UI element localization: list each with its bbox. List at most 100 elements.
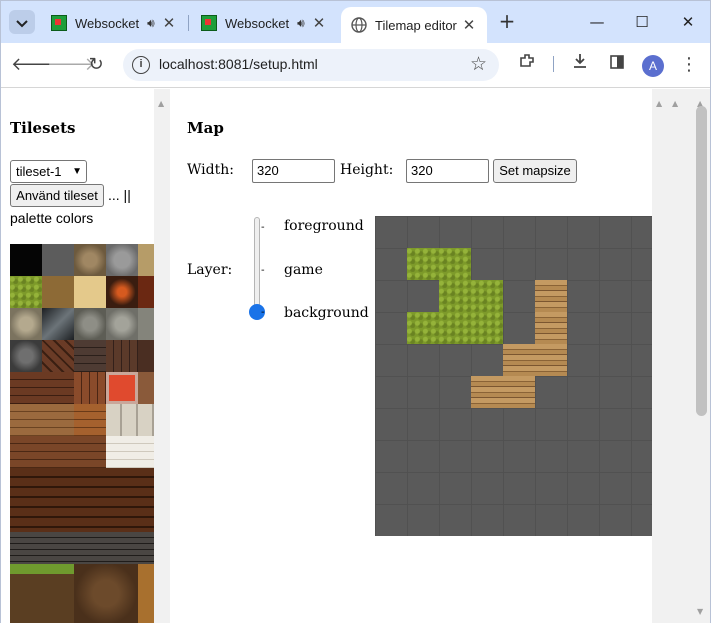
map-tile-wood[interactable] xyxy=(535,344,567,376)
map-tile-wood[interactable] xyxy=(503,376,535,408)
tile[interactable] xyxy=(74,340,106,372)
tile[interactable] xyxy=(10,244,42,276)
bookmark-star-icon[interactable]: ☆ xyxy=(470,53,487,75)
tab-websocket-1[interactable]: Websocket 🔊︎ ✕ xyxy=(41,8,187,38)
tile[interactable] xyxy=(10,564,74,623)
chevron-down-icon xyxy=(16,13,28,32)
map-tile-grass[interactable] xyxy=(407,312,439,344)
tileset-image[interactable] xyxy=(10,244,154,623)
map-scrollbar[interactable]: ▲ ▲ xyxy=(652,89,692,623)
tile[interactable] xyxy=(106,372,138,404)
palette-toggle[interactable]: ... || xyxy=(108,187,131,203)
tile[interactable] xyxy=(74,244,106,276)
map-tile-grass[interactable] xyxy=(471,312,503,344)
map-tile-grass[interactable] xyxy=(439,312,471,344)
tab-websocket-2[interactable]: Websocket 🔊︎ ✕ xyxy=(191,8,337,38)
tile[interactable] xyxy=(138,244,154,276)
reload-button[interactable]: ↻ xyxy=(83,52,109,78)
map-tile-grass[interactable] xyxy=(407,248,439,280)
map-canvas[interactable] xyxy=(375,216,652,536)
back-button[interactable]: 🡐 xyxy=(11,52,59,78)
tile[interactable] xyxy=(138,340,154,372)
tile[interactable] xyxy=(106,308,138,340)
tile[interactable] xyxy=(106,244,138,276)
layer-option-background[interactable]: background xyxy=(284,305,369,321)
scroll-up-icon[interactable]: ▲ xyxy=(656,99,662,108)
minimize-button[interactable]: — xyxy=(583,9,611,35)
map-tile-wood[interactable] xyxy=(535,280,567,312)
tile[interactable] xyxy=(106,340,138,372)
scroll-up-icon[interactable]: ▲ xyxy=(158,99,164,108)
new-tab-button[interactable]: + xyxy=(495,10,519,34)
set-mapsize-button[interactable]: Set mapsize xyxy=(493,159,577,183)
download-icon[interactable] xyxy=(567,52,593,78)
map-tile-wood[interactable] xyxy=(535,312,567,344)
tileset-scrollbar[interactable]: ▲ xyxy=(154,89,170,623)
speaker-icon[interactable]: 🔊︎ xyxy=(147,16,155,31)
tab-search-button[interactable] xyxy=(9,10,35,34)
tile[interactable] xyxy=(138,276,154,308)
speaker-icon[interactable]: 🔊︎ xyxy=(297,16,305,31)
close-icon[interactable]: ✕ xyxy=(461,16,477,34)
close-icon[interactable]: ✕ xyxy=(161,14,177,32)
slider-tick: - xyxy=(261,307,265,318)
tile[interactable] xyxy=(10,340,42,372)
page-scrollbar-thumb[interactable] xyxy=(696,106,707,416)
width-input[interactable]: 320 xyxy=(252,159,335,183)
map-tile-grass[interactable] xyxy=(439,248,471,280)
extensions-icon[interactable] xyxy=(514,52,540,78)
tile[interactable] xyxy=(10,532,154,564)
slider-track[interactable] xyxy=(254,217,260,313)
address-bar[interactable]: i localhost:8081/setup.html ☆ xyxy=(123,49,499,81)
url-text[interactable]: localhost:8081/setup.html xyxy=(159,56,318,72)
tile[interactable] xyxy=(10,276,42,308)
tile[interactable] xyxy=(106,436,154,468)
tile[interactable] xyxy=(42,308,74,340)
tile[interactable] xyxy=(42,276,74,308)
tile[interactable] xyxy=(138,372,154,404)
profile-avatar[interactable]: A xyxy=(642,55,664,77)
page-scrollbar[interactable]: ▲ ▼ xyxy=(692,89,710,623)
tile[interactable] xyxy=(10,372,74,404)
side-panel-icon[interactable] xyxy=(604,52,630,78)
height-input[interactable]: 320 xyxy=(406,159,489,183)
tileset-select[interactable]: tileset-1 ▼ xyxy=(10,160,87,183)
scroll-up-icon[interactable]: ▲ xyxy=(672,99,678,108)
apply-tileset-button[interactable]: Använd tileset xyxy=(10,184,104,207)
map-tile-grass[interactable] xyxy=(439,280,471,312)
tile[interactable] xyxy=(10,436,106,468)
map-tile-wood[interactable] xyxy=(471,376,503,408)
tile[interactable] xyxy=(74,564,138,623)
map-tile-grass[interactable] xyxy=(471,280,503,312)
tile[interactable] xyxy=(42,340,74,372)
tile[interactable] xyxy=(138,308,154,340)
layer-option-game[interactable]: game xyxy=(284,262,323,278)
tile[interactable] xyxy=(74,372,106,404)
tab-tilemap-editor[interactable]: Tilemap editor ✕ xyxy=(341,7,487,43)
maximize-button[interactable]: ☐ xyxy=(628,9,656,35)
tilesets-panel: Tilesets tileset-1 ▼ Använd tileset ... … xyxy=(1,89,154,623)
tile[interactable] xyxy=(106,276,138,308)
tile[interactable] xyxy=(42,244,74,276)
map-heading: Map xyxy=(187,119,224,137)
layer-option-foreground[interactable]: foreground xyxy=(284,218,364,234)
tile[interactable] xyxy=(138,564,154,623)
tile[interactable] xyxy=(10,468,154,532)
tile[interactable] xyxy=(74,308,106,340)
map-tile-wood[interactable] xyxy=(503,344,535,376)
tab-title: Websocket xyxy=(75,15,140,31)
close-window-button[interactable]: ✕ xyxy=(674,9,702,35)
forward-button[interactable]: 🡒 xyxy=(47,52,95,78)
tile[interactable] xyxy=(10,308,42,340)
info-icon[interactable]: i xyxy=(132,56,150,74)
palette-colors-label[interactable]: palette colors xyxy=(10,210,93,226)
menu-kebab-icon[interactable]: ⋮ xyxy=(676,52,702,78)
tile[interactable] xyxy=(74,276,106,308)
game-favicon-icon xyxy=(201,15,217,31)
tab-title: Websocket xyxy=(225,15,290,31)
close-icon[interactable]: ✕ xyxy=(311,14,327,32)
tile[interactable] xyxy=(10,404,74,436)
tile[interactable] xyxy=(74,404,106,436)
tile[interactable] xyxy=(106,404,154,436)
scroll-down-icon[interactable]: ▼ xyxy=(697,607,703,616)
